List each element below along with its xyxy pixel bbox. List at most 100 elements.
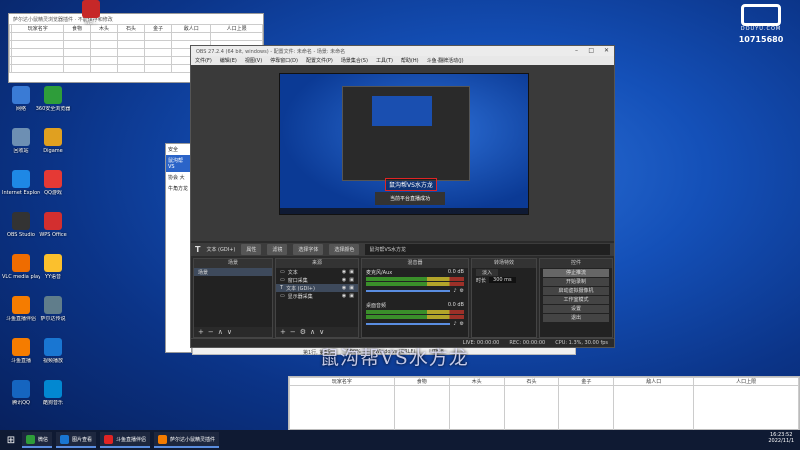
top-sheet-header: 人口上限 [210, 24, 263, 33]
text-color-button[interactable]: 选择颜色 [329, 244, 360, 255]
volume-slider[interactable] [366, 323, 451, 325]
bottom-spreadsheet-window[interactable]: 玩家名字 食物 木头 石头 金子 敌人口 人口上限 [288, 376, 800, 432]
gear-icon[interactable]: ⚙ [460, 321, 464, 327]
desktop-icon[interactable]: 酷狗音乐 [34, 380, 72, 406]
properties-button[interactable]: 属性 [241, 244, 262, 255]
control-button[interactable]: 停止推流 [543, 269, 609, 277]
taskbar-app-icon [60, 434, 70, 444]
rec-status: REC: 00:00:00 [509, 340, 546, 346]
maximize-icon[interactable]: □ [588, 47, 594, 54]
volume-meter [366, 277, 464, 281]
scenes-dock-title: 场景 [194, 259, 272, 268]
control-button[interactable]: 开始录制 [543, 278, 609, 286]
control-button[interactable]: 设置 [543, 305, 609, 313]
desktop-icon[interactable]: WPS Office [34, 212, 72, 238]
volume-meter [366, 315, 464, 319]
speaker-icon[interactable]: ♪ [453, 288, 456, 294]
source-item-label: 文本 [287, 269, 298, 276]
side-line-3: 牛角方龙 [168, 186, 189, 192]
system-clock[interactable]: 16:23:52 2022/11/1 [768, 432, 794, 444]
mixer-channel-head: 麦克风/Aux 0.0 dB [362, 268, 468, 276]
lock-icon[interactable]: ▣ [349, 277, 354, 283]
speaker-icon[interactable]: ♪ [453, 321, 456, 327]
obs-window[interactable]: OBS 27.2.4 (64 bit, windows) - 配置文件: 未命名… [190, 45, 615, 348]
transitions-dock-title: 转场特效 [472, 259, 536, 268]
sources-list: ▭ 文本 ◉ ▣ ▭ 窗口采集 ◉ ▣ T 文本 (GDI+) ◉ ▣ ▭ 显示器采集 ◉ ▣ [276, 268, 358, 300]
taskbar-item[interactable]: 萨尔达小鼠精灵插件 [154, 432, 220, 448]
source-item-label: 显示器采集 [287, 293, 313, 300]
desktop-icon[interactable]: Digame [34, 128, 72, 154]
desktop-icon[interactable]: QQ游戏 [34, 170, 72, 196]
lock-icon[interactable]: ▣ [349, 269, 354, 275]
mixer-channel-name: 桌面音频 [366, 302, 387, 309]
visibility-eye-icon[interactable]: ◉ [342, 277, 346, 283]
filters-button[interactable]: 滤镜 [267, 244, 288, 255]
bottom-sheet-header: 食物 [393, 377, 450, 386]
mixer-channel-db: 0.0 dB [447, 269, 464, 275]
kugou-icon [44, 380, 62, 398]
visibility-eye-icon[interactable]: ◉ [342, 269, 346, 275]
scene-item[interactable]: 场景 [194, 268, 272, 276]
desktop-icon[interactable]: 360安全浏览器 [34, 86, 72, 112]
control-button[interactable]: 工作室模式 [543, 296, 609, 304]
source-item[interactable]: ▭ 显示器采集 ◉ ▣ [276, 292, 358, 300]
mixer-channel-db: 0.0 dB [447, 302, 464, 308]
desktop-icon-label: WPS Office [39, 232, 67, 238]
obs-preview[interactable]: 鼠沟帮VS水方龙 当前平台直播成功 [191, 65, 614, 241]
taskbar-app-icon [26, 434, 35, 444]
menu-item[interactable]: 停靠窗口(D) [270, 57, 298, 64]
mixer-channels: 麦克风/Aux 0.0 dB ♪ ⚙ 桌面音频 0.0 dB ♪ ⚙ [362, 268, 468, 328]
taskbar-item[interactable]: 图片查看 [56, 432, 97, 448]
side-notepad-window[interactable]: 安全 鼠沟帮VS 协会 大 牛角方龙 [165, 143, 192, 353]
select-font-button[interactable]: 选择字体 [293, 244, 324, 255]
douyu-live-icon [12, 338, 30, 356]
duration-input[interactable]: 300 ms [489, 277, 516, 283]
taskbar-item-label: 斗鱼直播伴侣 [116, 436, 147, 443]
visibility-eye-icon[interactable]: ◉ [342, 293, 346, 299]
menu-item[interactable]: 配置文件(P) [306, 57, 333, 64]
source-type-icon: ▭ [280, 277, 285, 283]
menu-item[interactable]: 斗鱼·翻牌活动(J) [427, 57, 464, 64]
source-item[interactable]: T 文本 (GDI+) ◉ ▣ [276, 284, 358, 292]
source-item[interactable]: ▭ 窗口采集 ◉ ▣ [276, 276, 358, 284]
obs-icon [12, 212, 30, 230]
menu-item[interactable]: 场景集合(S) [341, 57, 368, 64]
minimize-icon[interactable]: – [575, 47, 578, 54]
source-text-field[interactable]: 鼠沟帮VS水方龙 [365, 244, 610, 255]
control-button[interactable]: 退出 [543, 314, 609, 322]
top-sheet-header: 敌人口 [171, 24, 212, 33]
visibility-eye-icon[interactable]: ◉ [342, 285, 346, 291]
menu-item[interactable]: 文件(F) [195, 57, 212, 64]
desktop-icon[interactable]: YY语音 [34, 254, 72, 280]
transition-mode[interactable]: 淡入 [472, 268, 536, 276]
taskbar-item[interactable]: 斗鱼直播伴侣 [100, 432, 151, 448]
menu-item[interactable]: 工具(T) [376, 57, 393, 64]
wps-icon [44, 212, 62, 230]
menu-item[interactable]: 视图(V) [245, 57, 262, 64]
source-item[interactable]: ▭ 文本 ◉ ▣ [276, 268, 358, 276]
mixer-channel-name: 麦克风/Aux [366, 269, 393, 276]
bottom-sheet-header: 玩家名字 [289, 377, 395, 386]
source-controls[interactable]: +−⚙∧∨ [276, 327, 358, 337]
menu-item[interactable]: 帮助(H) [401, 57, 419, 64]
live-status: LIVE: 00:00:00 [462, 340, 500, 346]
obs-status-bar: LIVE: 00:00:00 REC: 00:00:00 CPU: 1.3%, … [191, 338, 614, 347]
lock-icon[interactable]: ▣ [349, 293, 354, 299]
desktop-icon[interactable]: 萨尔达传说 [34, 296, 72, 322]
volume-slider[interactable] [366, 290, 451, 292]
menu-item[interactable]: 编辑(E) [220, 57, 237, 64]
source-type-icon: T [280, 285, 284, 291]
start-button[interactable]: ⊞ [0, 430, 22, 450]
close-icon[interactable]: ✕ [604, 47, 609, 54]
network-icon [12, 86, 30, 104]
gear-icon[interactable]: ⚙ [460, 288, 464, 294]
taskbar-item[interactable]: 微信 [22, 432, 53, 448]
desktop-icon[interactable]: Wo... [72, 0, 110, 26]
transitions-dock: 转场特效 淡入 时长 300 ms [471, 258, 537, 338]
desktop-icon[interactable]: 视频播放 [34, 338, 72, 364]
volume-meter [366, 310, 464, 314]
control-button[interactable]: 启动虚拟摄像机 [543, 287, 609, 295]
preview-canvas: 鼠沟帮VS水方龙 当前平台直播成功 [279, 73, 529, 215]
scene-controls[interactable]: +−∧∨ [194, 327, 272, 337]
lock-icon[interactable]: ▣ [349, 285, 354, 291]
